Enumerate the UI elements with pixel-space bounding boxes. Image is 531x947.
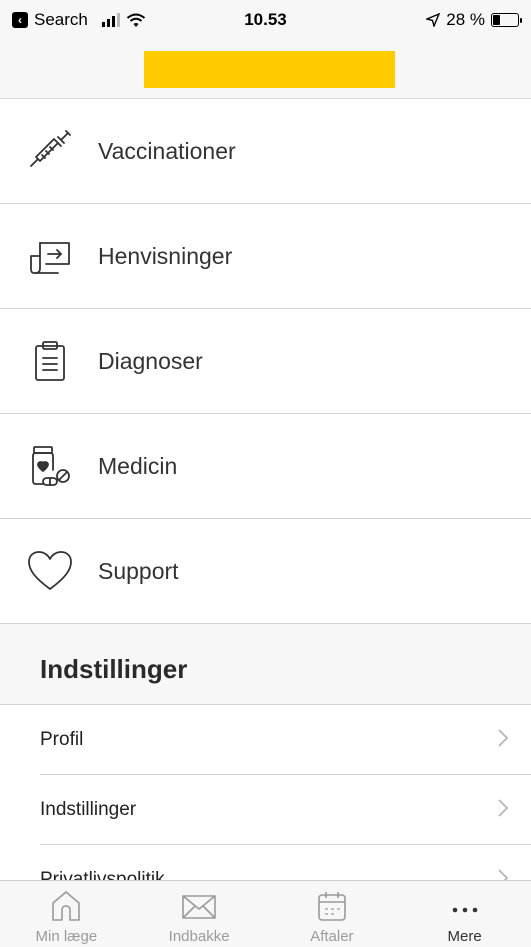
clipboard-icon: [26, 337, 74, 385]
menu-item-diagnoser[interactable]: Diagnoser: [0, 309, 531, 414]
menu-item-vaccinationer[interactable]: Vaccinationer: [0, 99, 531, 204]
menu-item-label: Support: [98, 557, 179, 584]
menu-item-label: Henvisninger: [98, 242, 233, 269]
app-header: [0, 42, 531, 99]
settings-row-profil[interactable]: Profil: [40, 705, 531, 775]
settings-row-label: Profil: [40, 729, 84, 750]
medicine-icon: [26, 442, 74, 490]
tab-mere[interactable]: Mere: [398, 881, 531, 947]
menu-item-label: Diagnoser: [98, 347, 203, 374]
tab-label: Indbakke: [168, 928, 230, 945]
settings-list: Profil Indstillinger Privatlivspolitik: [0, 705, 531, 880]
settings-row-label: Indstillinger: [40, 799, 137, 820]
section-header-settings: Indstillinger: [0, 628, 531, 705]
settings-row-privatlivspolitik[interactable]: Privatlivspolitik: [40, 845, 531, 880]
battery-percentage: 28 %: [446, 10, 485, 29]
battery-icon: [491, 13, 522, 27]
tab-label: Aftaler: [310, 928, 354, 945]
settings-row-indstillinger[interactable]: Indstillinger: [40, 775, 531, 845]
tab-min-laege[interactable]: Min læge: [0, 881, 133, 947]
chevron-right-icon: [498, 869, 509, 880]
tab-label: Mere: [447, 928, 482, 945]
more-icon: [452, 907, 477, 913]
syringe-icon: [26, 127, 74, 175]
menu-item-label: Medicin: [98, 452, 178, 479]
calendar-icon: [318, 892, 346, 921]
heart-icon: [26, 547, 74, 595]
status-bar: ‹ Search 10.53 28 %: [0, 0, 531, 42]
mail-icon: [182, 895, 216, 919]
referral-icon: [26, 232, 74, 280]
tab-indbakke[interactable]: Indbakke: [133, 881, 266, 947]
main-menu: Vaccinationer Henvisninger Diagnoser Med…: [0, 99, 531, 624]
menu-item-henvisninger[interactable]: Henvisninger: [0, 204, 531, 309]
location-arrow-icon: [426, 13, 441, 27]
tab-bar: Min læge Indbakke Aftaler Mere: [0, 880, 531, 947]
menu-item-label: Vaccinationer: [98, 137, 236, 164]
menu-item-support[interactable]: Support: [0, 519, 531, 624]
chevron-right-icon: [498, 729, 509, 747]
tab-label: Min læge: [35, 928, 98, 945]
menu-item-medicin[interactable]: Medicin: [0, 414, 531, 519]
settings-row-label: Privatlivspolitik: [40, 869, 165, 880]
chevron-right-icon: [498, 799, 509, 817]
home-icon: [52, 891, 81, 921]
tab-aftaler[interactable]: Aftaler: [266, 881, 399, 947]
app-logo-placeholder: [144, 51, 395, 88]
section-title: Indstillinger: [40, 654, 188, 684]
